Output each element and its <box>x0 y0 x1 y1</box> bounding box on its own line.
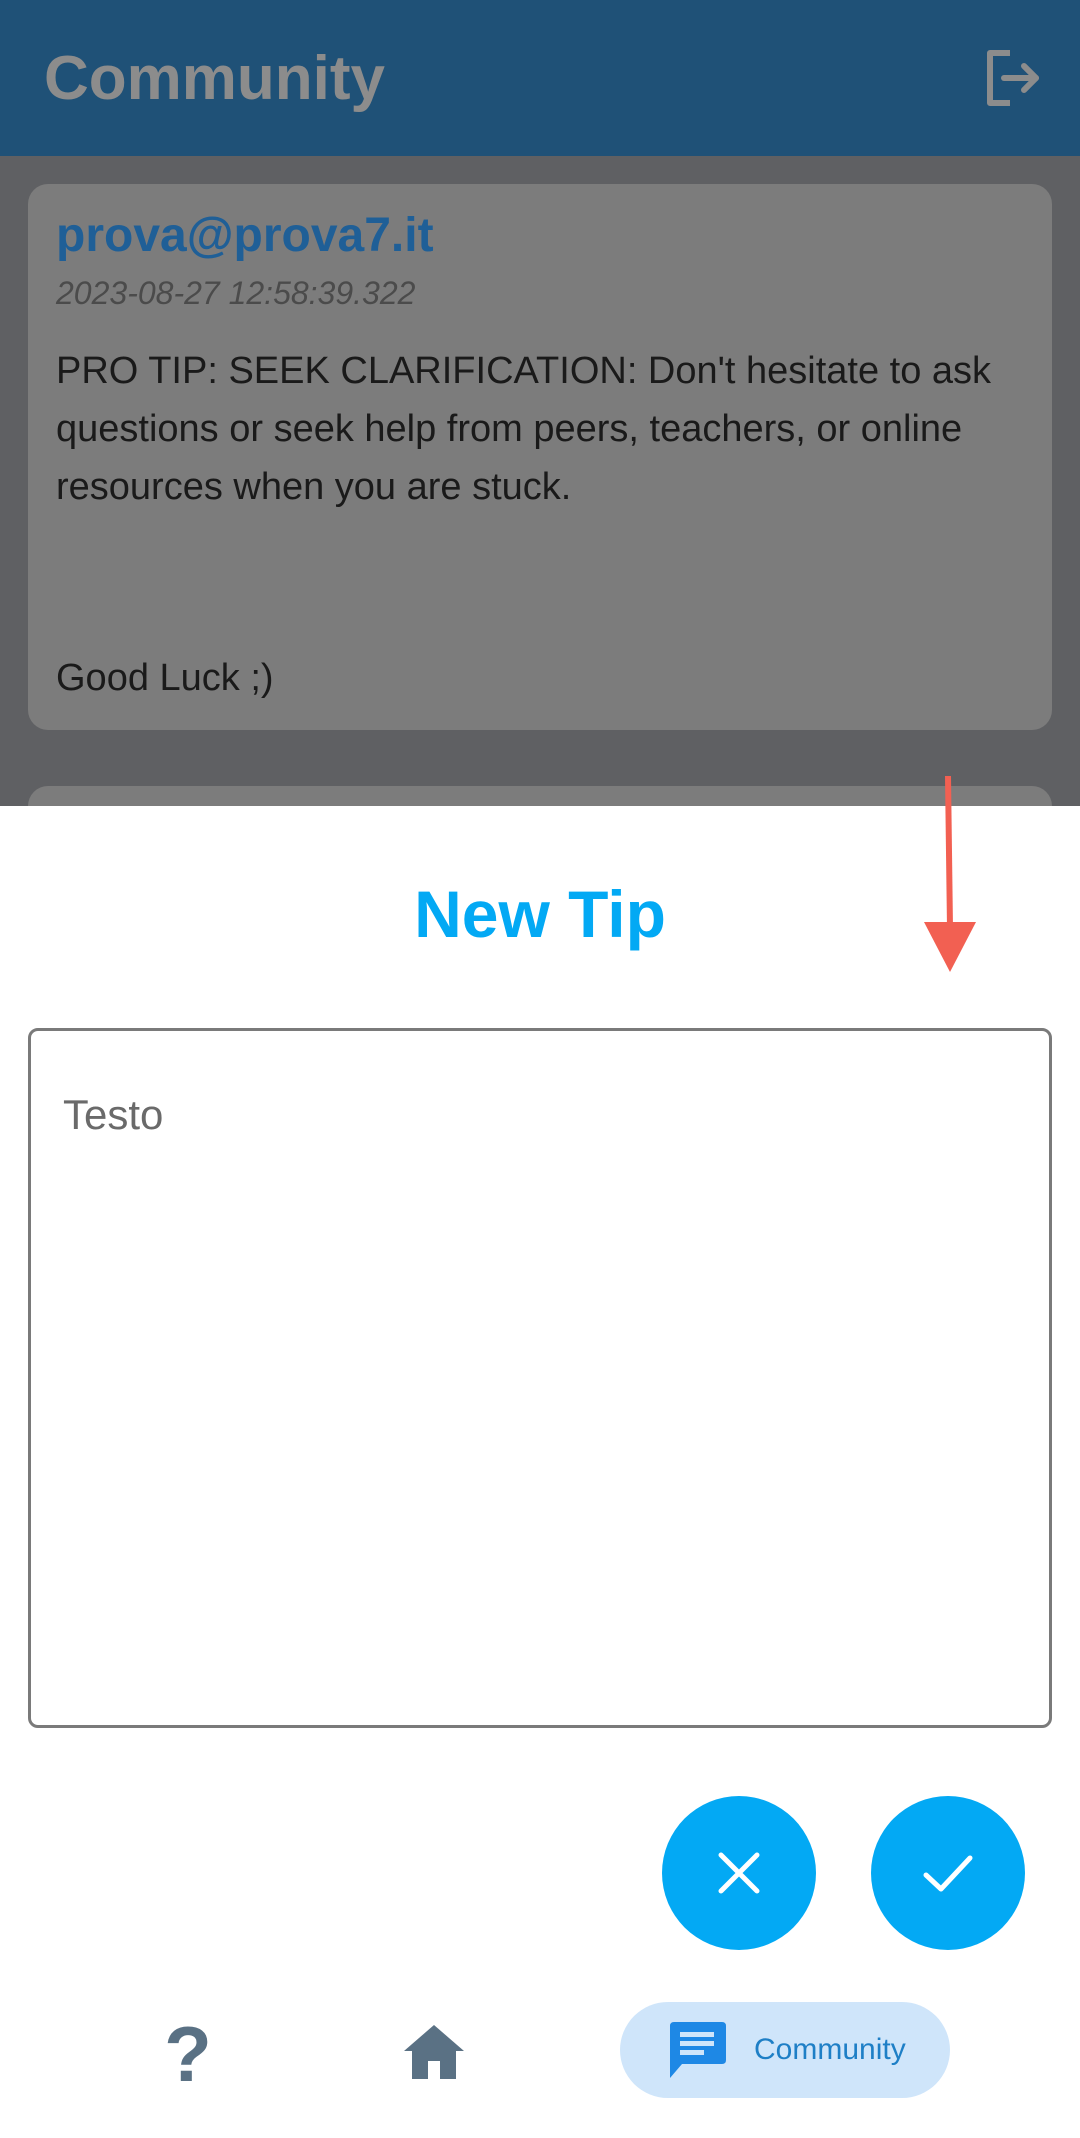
home-icon <box>404 2025 464 2079</box>
confirm-button[interactable] <box>871 1796 1025 1950</box>
post-date: 2023-08-27 12:58:39.322 <box>56 275 416 311</box>
app-bar: Community <box>0 0 1080 156</box>
post-author: prova@prova7.it <box>56 209 434 262</box>
post-card[interactable]: prova@prova7.it 2023-08-27 12:58:39.322 … <box>28 184 1052 730</box>
nav-community-label: Community <box>754 2033 906 2066</box>
sheet-title: New Tip <box>414 877 666 951</box>
page-title: Community <box>44 43 385 113</box>
post-body: PRO TIP: SEEK CLARIFICATION: Don't hesit… <box>56 350 992 508</box>
new-tip-sheet: New Tip Testo ? Community <box>0 806 1080 2138</box>
check-icon <box>923 1855 973 1892</box>
nav-home[interactable] <box>398 2016 470 2088</box>
nav-community[interactable]: Community <box>620 2002 950 2098</box>
post-signoff: Good Luck ;) <box>56 657 274 699</box>
post-list: prova@prova7.it 2023-08-27 12:58:39.322 … <box>0 156 1080 846</box>
logout-icon[interactable] <box>982 47 1044 109</box>
annotation-arrow-icon <box>924 776 976 972</box>
cancel-button[interactable] <box>662 1796 816 1950</box>
nav-help[interactable]: ? <box>148 2006 228 2102</box>
close-icon <box>718 1852 760 1894</box>
help-icon: ? <box>164 2009 212 2098</box>
chat-icon <box>670 2022 726 2078</box>
tip-text-label: Testo <box>63 1091 164 1138</box>
tip-text-field[interactable]: Testo <box>28 1028 1052 1728</box>
bottom-nav: ? Community <box>0 2002 1080 2138</box>
